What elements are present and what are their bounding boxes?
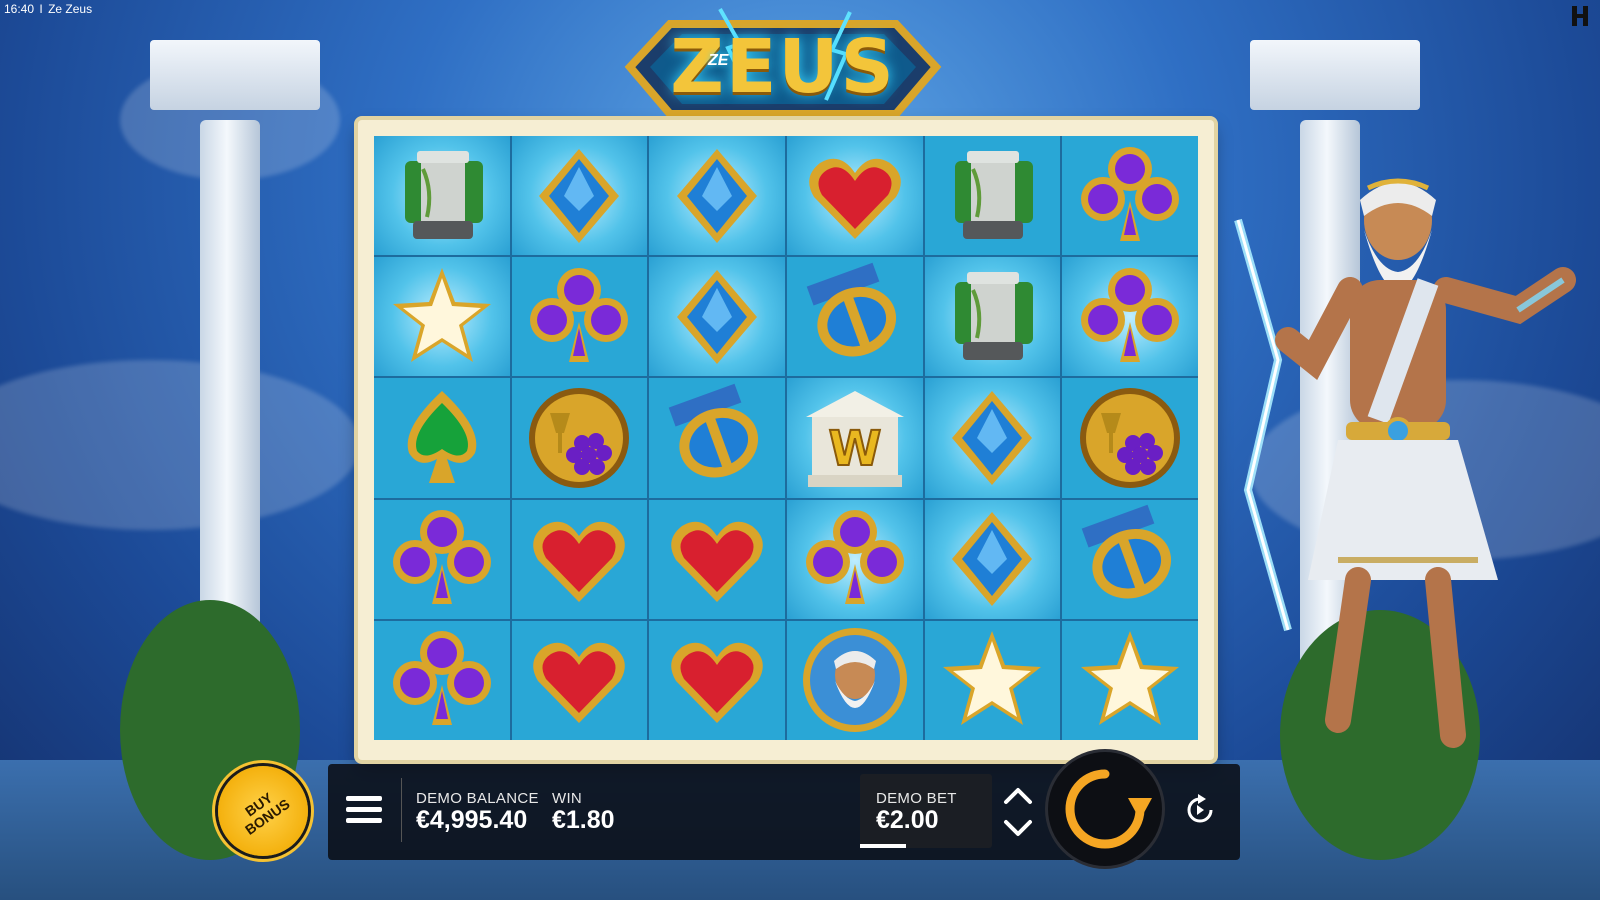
provider-logo-icon (1570, 4, 1590, 34)
wild-symbol-icon: W (805, 390, 904, 487)
reel-cell (374, 499, 510, 619)
balance-label: DEMO BALANCE (416, 790, 539, 807)
reel-cell (649, 136, 785, 256)
reel-cell (649, 257, 785, 377)
logo-subtitle: ZE (708, 52, 729, 69)
reel-cell (924, 257, 1061, 377)
background-column-capital-left (150, 40, 320, 110)
reel-cell: W (787, 378, 923, 498)
game-logo: ZEUS ZE (600, 4, 966, 130)
reel-cell (924, 378, 1061, 498)
status-separator: I (39, 2, 43, 16)
star-symbol-icon (1081, 631, 1180, 726)
reels-grid: W (374, 136, 1198, 740)
reel-cell (374, 136, 510, 256)
status-title: Ze Zeus (48, 2, 93, 16)
chevron-up-icon[interactable] (996, 780, 1040, 810)
autoplay-button[interactable] (1180, 790, 1220, 830)
bar-divider (401, 778, 402, 842)
reel-cell (511, 499, 648, 619)
column-symbol-icon (955, 271, 1034, 360)
reel-cell (924, 620, 1061, 740)
grapes-symbol-icon (529, 387, 630, 488)
star-symbol-icon (392, 267, 491, 362)
status-time: 16:40 (4, 2, 35, 16)
reel-cell (787, 499, 923, 619)
reel-cell (924, 136, 1061, 256)
zeus-character (1218, 160, 1578, 780)
column-symbol-icon (404, 150, 483, 239)
diamond-symbol-icon (677, 269, 758, 364)
heart-symbol-icon (809, 158, 901, 239)
reel-cell (1062, 136, 1198, 256)
background-column-capital-right (1250, 40, 1420, 110)
reel-cell (649, 499, 785, 619)
reel-cell (374, 378, 510, 498)
heart-symbol-icon (533, 643, 626, 724)
chevron-down-icon[interactable] (996, 814, 1040, 844)
hamburger-menu-icon[interactable] (346, 796, 382, 826)
reel-cell (511, 136, 648, 256)
autoplay-icon (1187, 794, 1213, 823)
heart-symbol-icon (671, 643, 763, 724)
win-label: WIN (552, 790, 583, 807)
reel-cell (649, 620, 785, 740)
diamond-symbol-icon (677, 148, 758, 243)
club-symbol-icon (1081, 146, 1180, 241)
bet-label: DEMO BET (876, 790, 957, 807)
heart-symbol-icon (671, 521, 763, 603)
logo-title: ZEUS (670, 24, 896, 110)
svg-text:W: W (828, 421, 881, 477)
diamond-symbol-icon (952, 512, 1033, 607)
reel-cell (374, 257, 510, 377)
reel-cell (511, 378, 648, 498)
zeus-symbol-icon (802, 628, 907, 733)
bet-value: €2.00 (876, 806, 939, 834)
spin-button[interactable] (1048, 752, 1162, 866)
reels-board: W (358, 120, 1214, 760)
club-symbol-icon (1081, 267, 1180, 362)
reel-cell (1062, 378, 1198, 498)
reel-cell (787, 620, 923, 740)
reel-cell (511, 620, 648, 740)
buy-bonus-button[interactable]: BUY BONUS (218, 766, 308, 856)
shield-symbol-icon (668, 383, 759, 478)
bet-indicator (860, 844, 906, 848)
column-symbol-icon (955, 150, 1034, 239)
club-symbol-icon (805, 510, 904, 605)
club-symbol-icon (392, 510, 491, 605)
reel-cell (1062, 620, 1198, 740)
shield-symbol-icon (1081, 504, 1172, 599)
status-bar: 16:40 I Ze Zeus (4, 2, 92, 16)
star-symbol-icon (943, 631, 1042, 726)
reel-cell (924, 499, 1061, 619)
club-symbol-icon (530, 267, 629, 362)
diamond-symbol-icon (952, 390, 1033, 485)
shield-symbol-icon (806, 262, 896, 357)
reel-cell (511, 257, 648, 377)
spade-symbol-icon (407, 390, 477, 483)
diamond-symbol-icon (539, 148, 620, 243)
balance-value: €4,995.40 (416, 806, 528, 834)
win-value: €1.80 (552, 806, 615, 834)
reel-cell (787, 257, 923, 377)
reel-cell (1062, 257, 1198, 377)
grapes-symbol-icon (1080, 387, 1181, 488)
reel-cell (649, 378, 785, 498)
buy-bonus-label: BUY BONUS (234, 784, 293, 837)
heart-symbol-icon (533, 521, 626, 603)
reel-cell (787, 136, 923, 256)
reel-cell (1062, 499, 1198, 619)
reel-cell (374, 620, 510, 740)
bet-adjust (996, 780, 1040, 844)
spin-arrow-icon (1065, 769, 1152, 849)
club-symbol-icon (392, 631, 491, 726)
